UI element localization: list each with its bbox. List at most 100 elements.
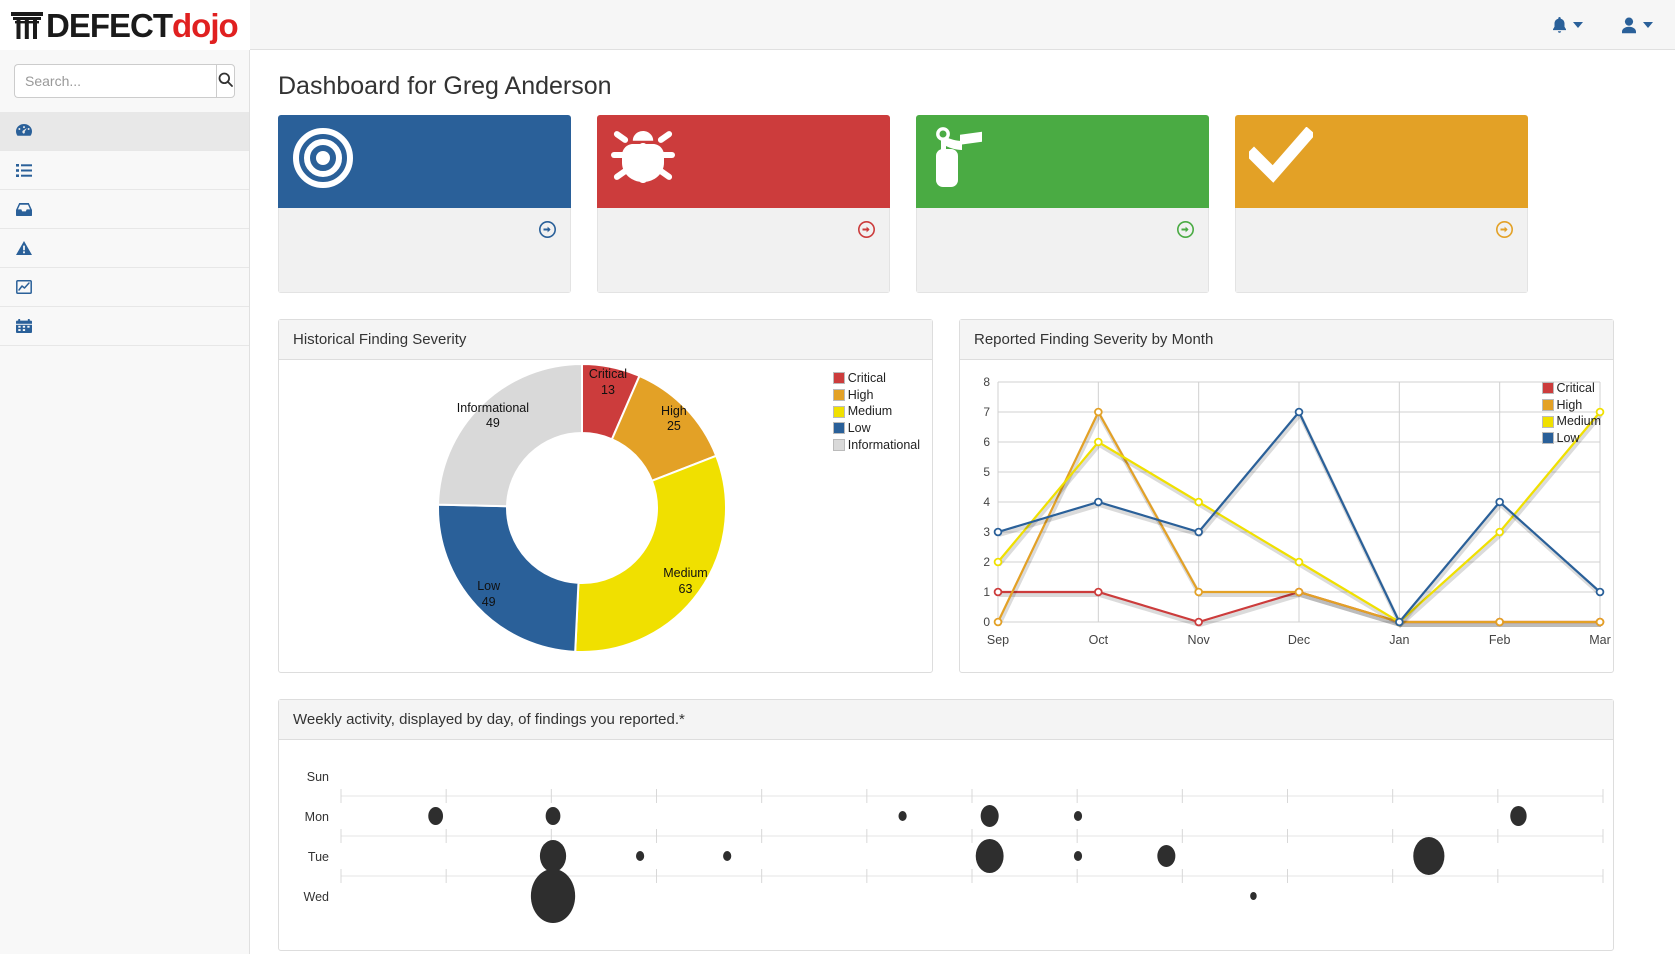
x-axis-tick-label: Feb: [1489, 633, 1511, 647]
search-input[interactable]: [14, 64, 216, 98]
donut-slice[interactable]: [575, 456, 726, 652]
main-content: Dashboard for Greg Anderson Historical F…: [250, 50, 1675, 954]
line-data-point[interactable]: [1396, 619, 1403, 626]
line-data-point[interactable]: [1095, 439, 1102, 446]
legend-swatch: [1542, 399, 1554, 411]
activity-bubble[interactable]: [1074, 851, 1082, 861]
activity-bubble[interactable]: [723, 851, 731, 861]
legend-item[interactable]: Medium: [833, 403, 920, 420]
legend-label: Critical: [1557, 380, 1595, 397]
line-data-point[interactable]: [1496, 619, 1503, 626]
legend-label: Medium: [848, 403, 892, 420]
legend-item[interactable]: High: [1542, 397, 1601, 414]
line-data-point[interactable]: [1095, 409, 1102, 416]
activity-bubble[interactable]: [981, 805, 999, 827]
line-data-point[interactable]: [1195, 619, 1202, 626]
line-data-point[interactable]: [1296, 409, 1303, 416]
stat-card-header: [916, 115, 1209, 208]
view-details-button[interactable]: [278, 208, 571, 293]
legend-item[interactable]: High: [833, 387, 920, 404]
notifications-menu[interactable]: [1552, 17, 1583, 34]
line-data-point[interactable]: [1597, 619, 1604, 626]
donut-slice[interactable]: [438, 364, 582, 506]
legend-swatch: [1542, 416, 1554, 428]
legend-swatch: [833, 439, 845, 451]
donut-slice[interactable]: [438, 505, 578, 652]
activity-bubble[interactable]: [976, 839, 1004, 873]
bullseye-icon: [292, 127, 354, 192]
line-data-point[interactable]: [995, 589, 1002, 596]
sidebar-item-findings[interactable]: [0, 229, 249, 268]
y-axis-tick-label: 0: [983, 615, 990, 629]
weekly-row: Weekly activity, displayed by day, of fi…: [250, 673, 1675, 951]
weekly-activity-panel: Weekly activity, displayed by day, of fi…: [278, 699, 1614, 951]
x-axis-tick-label: Sep: [987, 633, 1009, 647]
stat-card: [916, 115, 1209, 293]
legend-item[interactable]: Informational: [833, 437, 920, 454]
sidebar-item-dashboard[interactable]: [0, 112, 249, 151]
legend-item[interactable]: Critical: [1542, 380, 1601, 397]
line-chart-svg: 012345678SepOctNovDecJanFebMar: [960, 360, 1613, 672]
sidebar-item-engagements[interactable]: [0, 190, 249, 229]
line-data-point[interactable]: [1195, 589, 1202, 596]
activity-bubble[interactable]: [428, 807, 443, 825]
activity-bubble[interactable]: [531, 869, 575, 923]
sidebar-item-metrics[interactable]: [0, 268, 249, 307]
line-data-point[interactable]: [1496, 499, 1503, 506]
activity-bubble[interactable]: [540, 840, 566, 872]
sidebar-item-products[interactable]: [0, 151, 249, 190]
legend-item[interactable]: Critical: [833, 370, 920, 387]
view-details-button[interactable]: [1235, 208, 1528, 293]
brand-logo[interactable]: DEFECT dojo: [0, 0, 250, 50]
chart-line-icon: [16, 280, 38, 294]
activity-bubble[interactable]: [1413, 837, 1444, 875]
user-menu[interactable]: [1621, 17, 1653, 34]
legend-item[interactable]: Medium: [1542, 413, 1601, 430]
x-axis-tick-label: Dec: [1288, 633, 1310, 647]
legend-label: Critical: [848, 370, 886, 387]
sidebar-item-calendar[interactable]: [0, 307, 249, 346]
line-data-point[interactable]: [1195, 529, 1202, 536]
legend-label: High: [848, 387, 874, 404]
line-data-point[interactable]: [1296, 559, 1303, 566]
activity-bubble[interactable]: [1510, 806, 1526, 826]
view-details-button[interactable]: [916, 208, 1209, 293]
line-shadow: [999, 595, 1601, 625]
historical-severity-panel: Historical Finding Severity Critical13Hi…: [278, 319, 933, 673]
stat-card: [1235, 115, 1528, 293]
arrow-right-circle-icon: [1177, 221, 1194, 241]
line-data-point[interactable]: [1496, 529, 1503, 536]
line-data-point[interactable]: [995, 559, 1002, 566]
line-data-point[interactable]: [995, 619, 1002, 626]
view-details-button[interactable]: [597, 208, 890, 293]
activity-bubble[interactable]: [1157, 845, 1175, 867]
activity-bubble[interactable]: [1250, 892, 1257, 900]
inbox-icon: [16, 203, 38, 216]
y-axis-day-label: Mon: [305, 810, 329, 824]
line-legend: CriticalHighMediumLow: [1542, 380, 1601, 447]
caret-down-icon: [1573, 22, 1583, 28]
charts-row: Historical Finding Severity Critical13Hi…: [250, 293, 1675, 673]
line-data-point[interactable]: [1095, 589, 1102, 596]
line-data-point[interactable]: [1597, 589, 1604, 596]
activity-bubble[interactable]: [546, 807, 561, 825]
legend-item[interactable]: Low: [1542, 430, 1601, 447]
activity-bubble[interactable]: [1074, 811, 1082, 821]
y-axis-day-label: Sun: [307, 770, 329, 784]
line-data-point[interactable]: [995, 529, 1002, 536]
activity-bubble[interactable]: [898, 811, 906, 821]
panel-title: Reported Finding Severity by Month: [960, 320, 1613, 360]
sidebar: [0, 50, 250, 954]
user-icon: [1621, 17, 1637, 34]
activity-bubble[interactable]: [636, 851, 644, 861]
line-data-point[interactable]: [1296, 589, 1303, 596]
line-data-point[interactable]: [1195, 499, 1202, 506]
line-data-point[interactable]: [1095, 499, 1102, 506]
stat-card-header: [597, 115, 890, 208]
monthly-severity-panel: Reported Finding Severity by Month 01234…: [959, 319, 1614, 673]
search-button[interactable]: [216, 64, 235, 98]
donut-legend: CriticalHighMediumLowInformational: [833, 370, 920, 453]
sidebar-search: [0, 50, 249, 112]
y-axis-day-label: Wed: [304, 890, 330, 904]
legend-item[interactable]: Low: [833, 420, 920, 437]
